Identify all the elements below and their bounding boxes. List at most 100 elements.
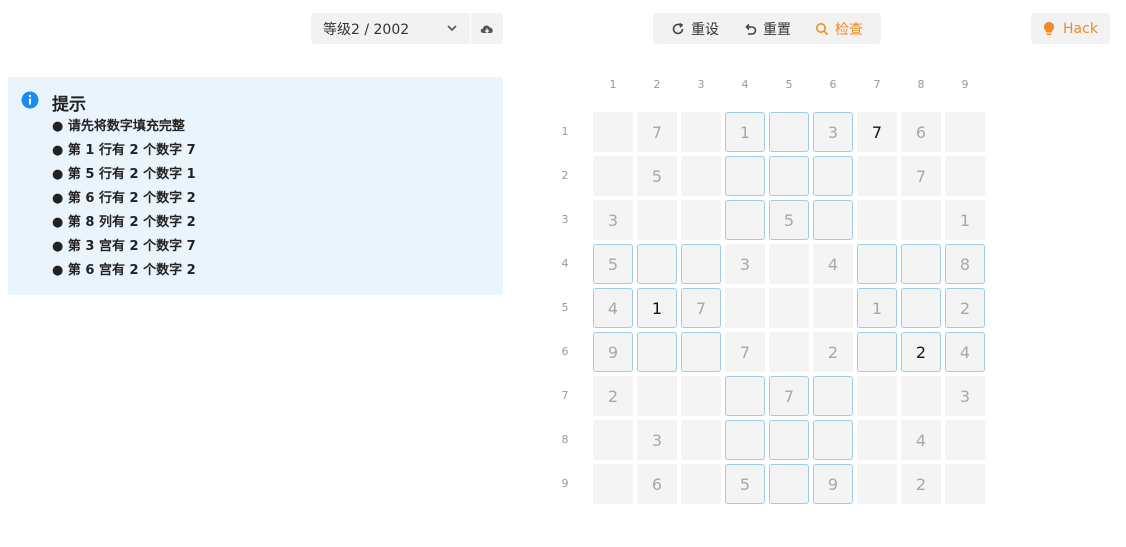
- reset-button[interactable]: 重设: [671, 19, 719, 39]
- sudoku-cell[interactable]: 8: [945, 244, 985, 284]
- sudoku-cell[interactable]: [593, 112, 633, 152]
- row-label: 6: [561, 345, 569, 358]
- sudoku-cell[interactable]: [681, 420, 721, 460]
- sudoku-cell[interactable]: [857, 420, 897, 460]
- sudoku-cell[interactable]: [681, 112, 721, 152]
- sudoku-cell[interactable]: 1: [857, 288, 897, 328]
- row-label: 2: [561, 169, 569, 182]
- check-button[interactable]: 检查: [815, 19, 863, 39]
- sudoku-cell[interactable]: 7: [681, 288, 721, 328]
- sudoku-cell[interactable]: [813, 376, 853, 416]
- sudoku-cell[interactable]: 2: [901, 332, 941, 372]
- sudoku-cell[interactable]: 9: [813, 464, 853, 504]
- sudoku-cell[interactable]: [769, 420, 809, 460]
- refresh-icon: [672, 22, 684, 34]
- level-select[interactable]: 等级2 / 2002: [311, 13, 470, 44]
- sudoku-cell[interactable]: 5: [769, 200, 809, 240]
- sudoku-cell[interactable]: 5: [637, 156, 677, 196]
- sudoku-cell[interactable]: 5: [725, 464, 765, 504]
- sudoku-cell[interactable]: [681, 156, 721, 196]
- sudoku-cell[interactable]: [857, 332, 897, 372]
- sudoku-cell[interactable]: [813, 288, 853, 328]
- sudoku-cell[interactable]: 3: [725, 244, 765, 284]
- sudoku-cell[interactable]: 1: [725, 112, 765, 152]
- sudoku-cell[interactable]: 3: [593, 200, 633, 240]
- sudoku-cell[interactable]: 6: [901, 112, 941, 152]
- sudoku-cell[interactable]: [681, 332, 721, 372]
- sudoku-cell[interactable]: [857, 200, 897, 240]
- sudoku-cell[interactable]: [769, 112, 809, 152]
- sudoku-cell[interactable]: [857, 464, 897, 504]
- sudoku-cell[interactable]: [857, 156, 897, 196]
- sudoku-cell[interactable]: [725, 288, 765, 328]
- row-label: 3: [561, 213, 569, 226]
- hint-item: ● 第 5 行有 2 个数字 1: [52, 167, 196, 182]
- sudoku-cell[interactable]: 7: [857, 112, 897, 152]
- sudoku-cell[interactable]: 7: [769, 376, 809, 416]
- redo-button[interactable]: 重置: [743, 19, 791, 39]
- sudoku-cell[interactable]: 4: [593, 288, 633, 328]
- sudoku-cell[interactable]: 1: [945, 200, 985, 240]
- sudoku-cell[interactable]: [637, 244, 677, 284]
- sudoku-cell[interactable]: [769, 244, 809, 284]
- sudoku-cell[interactable]: [681, 376, 721, 416]
- cloud-download-button[interactable]: [471, 13, 503, 44]
- sudoku-cell[interactable]: [901, 200, 941, 240]
- sudoku-cell[interactable]: 5: [593, 244, 633, 284]
- sudoku-cell[interactable]: [725, 156, 765, 196]
- sudoku-cell[interactable]: [593, 420, 633, 460]
- sudoku-cell[interactable]: 7: [725, 332, 765, 372]
- sudoku-cell[interactable]: [725, 420, 765, 460]
- sudoku-cell[interactable]: 3: [813, 112, 853, 152]
- column-label: 2: [653, 78, 661, 91]
- sudoku-cell[interactable]: 7: [637, 112, 677, 152]
- sudoku-cell[interactable]: [813, 200, 853, 240]
- sudoku-cell[interactable]: [637, 200, 677, 240]
- sudoku-cell[interactable]: [945, 420, 985, 460]
- sudoku-cell[interactable]: 1: [637, 288, 677, 328]
- column-label: 9: [961, 78, 969, 91]
- column-label: 7: [873, 78, 881, 91]
- sudoku-cell[interactable]: [769, 156, 809, 196]
- sudoku-cell[interactable]: [593, 156, 633, 196]
- sudoku-cell[interactable]: 7: [901, 156, 941, 196]
- sudoku-cell[interactable]: [637, 332, 677, 372]
- cloud-download-icon: [480, 25, 493, 33]
- sudoku-cell[interactable]: 2: [901, 464, 941, 504]
- sudoku-cell[interactable]: [769, 332, 809, 372]
- sudoku-cell[interactable]: [725, 376, 765, 416]
- sudoku-cell[interactable]: 2: [813, 332, 853, 372]
- sudoku-cell[interactable]: [769, 464, 809, 504]
- sudoku-cell[interactable]: [945, 156, 985, 196]
- sudoku-cell[interactable]: [945, 464, 985, 504]
- sudoku-cell[interactable]: [945, 112, 985, 152]
- sudoku-cell[interactable]: 3: [637, 420, 677, 460]
- sudoku-cell[interactable]: [769, 288, 809, 328]
- sudoku-cell[interactable]: 2: [593, 376, 633, 416]
- sudoku-cell[interactable]: [901, 244, 941, 284]
- sudoku-cell[interactable]: [725, 200, 765, 240]
- sudoku-cell[interactable]: [593, 464, 633, 504]
- sudoku-cell[interactable]: 9: [593, 332, 633, 372]
- sudoku-cell[interactable]: [813, 420, 853, 460]
- sudoku-cell[interactable]: 2: [945, 288, 985, 328]
- sudoku-cell[interactable]: [857, 244, 897, 284]
- sudoku-cell[interactable]: [901, 288, 941, 328]
- row-label: 4: [561, 257, 569, 270]
- sudoku-cell[interactable]: 4: [901, 420, 941, 460]
- sudoku-cell[interactable]: 6: [637, 464, 677, 504]
- sudoku-cell[interactable]: [681, 244, 721, 284]
- sudoku-cell[interactable]: [681, 200, 721, 240]
- sudoku-cell[interactable]: 3: [945, 376, 985, 416]
- sudoku-cell[interactable]: 4: [813, 244, 853, 284]
- sudoku-cell[interactable]: [901, 376, 941, 416]
- sudoku-cell[interactable]: 4: [945, 332, 985, 372]
- sudoku-cell[interactable]: [813, 156, 853, 196]
- reset-label: 重设: [691, 21, 719, 38]
- sudoku-cell[interactable]: [637, 376, 677, 416]
- sudoku-cell[interactable]: [681, 464, 721, 504]
- hint-item: ● 第 6 行有 2 个数字 2: [52, 191, 196, 206]
- lightbulb-icon: [1044, 22, 1055, 36]
- hack-button[interactable]: Hack: [1031, 13, 1110, 44]
- sudoku-cell[interactable]: [857, 376, 897, 416]
